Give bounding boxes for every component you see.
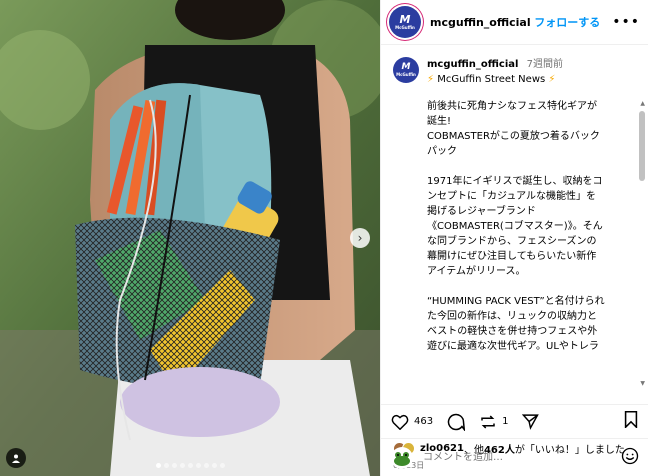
caption-line: 掲げるレジャーブランド: [427, 206, 536, 217]
avatar-logo-sub: McGuffin: [395, 25, 415, 30]
carousel-dot: [195, 463, 201, 468]
caption-subtitle: McGuffin Street News: [437, 74, 546, 85]
caption-line: アイテムがリリース。: [427, 266, 526, 277]
send-button[interactable]: [522, 413, 540, 430]
comment-box: [381, 438, 648, 476]
caption-header: M McGuffin mcguffin_official 7週間前 ⚡ McGu…: [393, 57, 632, 87]
post-side-panel: M McGuffin mcguffin_official フォローする ••• …: [380, 0, 648, 476]
caption-meta: mcguffin_official 7週間前 ⚡ McGuffin Street…: [427, 57, 563, 87]
caption-time[interactable]: 7週間前: [527, 59, 563, 70]
follow-button[interactable]: フォローする: [534, 14, 600, 30]
caption-line: [427, 279, 632, 294]
send-icon: [522, 414, 540, 430]
caption-username[interactable]: mcguffin_official: [427, 59, 518, 70]
bookmark-icon: [624, 411, 638, 430]
caption-line: ンセプトに「カジュアルな機能性」を: [427, 191, 596, 202]
repost-count: 1: [502, 416, 509, 427]
caption-line: 誕生!: [427, 116, 452, 127]
caption-line: た今回の新作は、リュックの収納力と: [427, 311, 597, 322]
carousel-dot: [179, 463, 185, 468]
avatar-logo-mark: M: [401, 62, 411, 72]
caption-line: 前後共に死角ナシなフェス特化ギアが: [427, 101, 597, 112]
carousel-dot: [155, 463, 161, 468]
like-count: 463: [414, 416, 434, 427]
caption-line: 遊びに最適な次世代ギア。ULやトレラ: [427, 341, 599, 352]
carousel-dot: [203, 463, 209, 468]
caption-line: COBMASTERがこの夏放つ着るバック: [427, 131, 600, 142]
scroll-up-arrow-icon[interactable]: ▲: [640, 100, 645, 107]
caption-avatar[interactable]: M McGuffin: [393, 57, 419, 83]
emoji-icon: [621, 447, 639, 464]
caption-line: “HUMMING PACK VEST”と名付けられ: [427, 296, 605, 307]
carousel-dot: [171, 463, 177, 468]
heart-icon: [391, 414, 409, 430]
scroll-down-arrow-icon[interactable]: ▼: [640, 380, 645, 387]
caption-line: 《COBMASTER(コブマスター)》。そん: [427, 221, 603, 232]
carousel-dot: [163, 463, 169, 468]
save-button[interactable]: [624, 411, 638, 432]
emoji-button[interactable]: [621, 447, 639, 469]
frog-avatar-icon: [394, 451, 410, 466]
current-user-avatar: [391, 446, 413, 469]
caption-subtitle-row: ⚡ McGuffin Street News ⚡: [427, 72, 563, 87]
backpack-photo-illustration: [0, 0, 380, 476]
comment-icon: [447, 413, 466, 431]
more-icon[interactable]: •••: [612, 14, 640, 30]
caption-line: [427, 159, 632, 174]
caption-area[interactable]: M McGuffin mcguffin_official 7週間前 ⚡ McGu…: [381, 45, 648, 404]
caption-line: 1971年にイギリスで誕生し、収納をコ: [427, 176, 603, 187]
carousel-indicator: [0, 463, 380, 468]
caption-line: パック: [427, 146, 457, 157]
author-avatar[interactable]: M McGuffin: [389, 6, 421, 38]
post-photo[interactable]: ›: [0, 0, 380, 476]
caption-line: な同ブランドから、フェスシーズンの: [427, 236, 597, 247]
user-tag-icon: [12, 454, 20, 463]
caption-scrollbar[interactable]: [639, 111, 645, 181]
comment-input[interactable]: [423, 452, 621, 463]
comment-button[interactable]: [447, 413, 466, 431]
caption-line: ベストの軽快さを併せ持つフェスや外: [427, 326, 598, 337]
lightning-icon: ⚡: [427, 74, 435, 85]
carousel-dot: [211, 463, 217, 468]
post-header: M McGuffin mcguffin_official フォローする •••: [381, 0, 648, 45]
carousel-dot: [187, 463, 193, 468]
repost-button[interactable]: 1: [479, 413, 508, 431]
lightning-icon: ⚡: [548, 74, 556, 85]
chevron-right-icon: ›: [357, 231, 363, 245]
post-modal: › M McGuffin mcguffin_official フォローする ••…: [0, 0, 648, 476]
like-button[interactable]: 463: [391, 414, 433, 430]
caption-line: 幕開けにぜひ注目してもらいたい新作: [427, 251, 597, 262]
author-username[interactable]: mcguffin_official: [430, 16, 531, 29]
caption-text: 前後共に死角ナシなフェス特化ギアが 誕生! COBMASTERがこの夏放つ着るバック…: [427, 99, 632, 354]
repost-icon: [481, 414, 495, 429]
avatar-logo-mark: M: [399, 13, 411, 26]
next-image-button[interactable]: ›: [350, 228, 370, 248]
avatar-logo-sub: McGuffin: [396, 72, 416, 77]
carousel-dot: [219, 463, 225, 468]
action-bar: 463 1: [381, 404, 648, 438]
